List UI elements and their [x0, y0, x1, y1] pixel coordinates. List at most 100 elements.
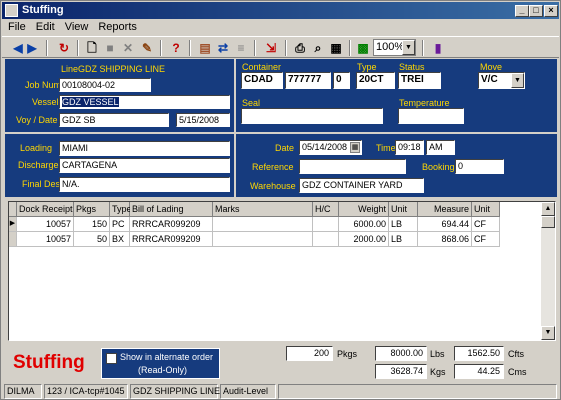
new-document-icon[interactable]: 🗋	[84, 40, 100, 56]
col-marks[interactable]: Marks	[213, 202, 313, 217]
voy-date-label: Voy / Date	[16, 115, 58, 125]
date-field[interactable]: 05/14/2008 ▦	[299, 140, 362, 155]
maximize-button[interactable]: □	[529, 5, 543, 17]
menu-edit[interactable]: Edit	[36, 21, 55, 33]
vessel-panel: Line GDZ SHIPPING LINE Job Num 00108004-…	[5, 59, 234, 132]
time-field[interactable]: 09:18	[395, 140, 424, 155]
vertical-scrollbar[interactable]: ▲ ▼	[541, 202, 555, 340]
move-select[interactable]: V/C ▼	[478, 72, 525, 89]
cell-marks[interactable]	[213, 217, 313, 232]
job-num-field[interactable]: 00108004-02	[59, 78, 151, 92]
cell-type[interactable]: BX	[110, 232, 130, 247]
cell-hc[interactable]	[313, 217, 339, 232]
loading-field[interactable]: MIAMI	[59, 141, 230, 156]
ampm-field[interactable]: AM	[426, 140, 455, 155]
date-label: Date	[275, 143, 295, 153]
page-setup-icon[interactable]: ▦	[328, 40, 344, 56]
loading-label: Loading	[20, 143, 53, 153]
warehouse-field[interactable]: GDZ CONTAINER YARD	[299, 178, 424, 193]
stop-icon[interactable]: ■	[102, 40, 118, 56]
container-check-digit[interactable]: 0	[333, 72, 350, 89]
cell-pkgs[interactable]: 50	[74, 232, 110, 247]
cell-measure-unit[interactable]: CF	[472, 232, 500, 247]
zoom-select[interactable]: 100% ▼	[373, 39, 416, 56]
cell-weight[interactable]: 6000.00	[339, 217, 389, 232]
exit-icon[interactable]: ⇲	[263, 40, 279, 56]
open-folder-icon[interactable]: ▤	[197, 40, 213, 56]
cell-measure[interactable]: 868.06	[418, 232, 472, 247]
status-level: Audit-Level	[220, 384, 276, 399]
delete-icon[interactable]: ✕	[120, 40, 136, 56]
alternate-order-checkbox[interactable]	[106, 353, 117, 364]
voyage-field[interactable]: GDZ SB	[59, 113, 169, 127]
col-weight-unit[interactable]: Unit	[389, 202, 418, 217]
voyage-date-field[interactable]: 5/15/2008	[176, 113, 230, 127]
calendar-icon[interactable]: ▦	[350, 142, 360, 153]
cell-bill-of-lading[interactable]: RRRCAR099209	[130, 232, 213, 247]
col-hc[interactable]: H/C	[313, 202, 339, 217]
scroll-thumb[interactable]	[541, 216, 555, 228]
forward-arrow-icon[interactable]: ▶	[24, 40, 40, 56]
status-field[interactable]: TREI	[398, 72, 441, 89]
cell-measure-unit[interactable]: CF	[472, 217, 500, 232]
container-icon[interactable]: ≡	[233, 40, 249, 56]
cell-bill-of-lading[interactable]: RRRCAR099209	[130, 217, 213, 232]
col-pkgs[interactable]: Pkgs	[74, 202, 110, 217]
cell-type[interactable]: PC	[110, 217, 130, 232]
refresh-icon[interactable]: ↻	[56, 40, 72, 56]
main-window: Stuffing _ □ × File Edit View Reports ◀ ▶ ↻…	[0, 0, 561, 400]
help-icon[interactable]: ?	[168, 40, 184, 56]
col-bill-of-lading[interactable]: Bill of Lading	[130, 202, 213, 217]
minimize-button[interactable]: _	[515, 5, 529, 17]
alternate-order-toggle[interactable]: Show in alternate order (Read-Only)	[101, 348, 220, 379]
cell-weight-unit[interactable]: LB	[389, 232, 418, 247]
discharge-field[interactable]: CARTAGENA	[59, 158, 230, 173]
col-weight[interactable]: Weight	[339, 202, 389, 217]
reference-field[interactable]	[299, 159, 406, 174]
cell-measure[interactable]: 694.44	[418, 217, 472, 232]
temperature-field[interactable]	[398, 108, 464, 124]
scroll-up-icon[interactable]: ▲	[541, 202, 555, 216]
total-pkgs-field: 200	[286, 346, 333, 361]
menu-reports[interactable]: Reports	[98, 21, 137, 33]
container-prefix-field[interactable]: CDAD	[241, 72, 283, 89]
menu-file[interactable]: File	[8, 21, 26, 33]
cargo-grid[interactable]: Dock Receipt Pkgs Type Bill of Lading Ma…	[8, 201, 556, 341]
cell-dock-receipt[interactable]: 10057	[17, 232, 74, 247]
print-icon[interactable]: ⎙	[292, 40, 308, 56]
col-dock-receipt[interactable]: Dock Receipt	[17, 202, 74, 217]
transfer-icon[interactable]: ⇄	[215, 40, 231, 56]
close-button[interactable]: ×	[544, 5, 558, 17]
col-type[interactable]: Type	[110, 202, 132, 217]
chevron-down-icon[interactable]: ▼	[402, 40, 415, 55]
row-selector[interactable]	[9, 232, 17, 247]
booking-field[interactable]: 0	[455, 159, 504, 174]
color-palette-icon[interactable]: ▩	[355, 40, 371, 56]
chevron-down-icon[interactable]: ▼	[511, 73, 524, 88]
edit-tools-icon[interactable]: ✎	[139, 40, 155, 56]
cell-weight-unit[interactable]: LB	[389, 217, 418, 232]
vessel-field[interactable]: GDZ VESSEL	[59, 95, 230, 109]
toolbar: ◀ ▶ ↻ 🗋 ■ ✕ ✎ ? ▤ ⇄ ≡ ⇲ ⎙ ⌕ ▦ ▩ 100% ▼ ▮	[2, 36, 559, 58]
scroll-down-icon[interactable]: ▼	[541, 326, 555, 340]
col-measure[interactable]: Measure	[418, 202, 472, 217]
tools-icon[interactable]: ▮	[430, 40, 446, 56]
cell-pkgs[interactable]: 150	[74, 217, 110, 232]
menu-view[interactable]: View	[65, 21, 89, 33]
date-value: 05/14/2008	[302, 142, 348, 152]
alternate-order-label: Show in alternate order	[120, 352, 214, 362]
seal-field[interactable]	[241, 108, 383, 124]
container-number-field[interactable]: 777777	[285, 72, 331, 89]
line-value: GDZ SHIPPING LINE	[78, 64, 166, 74]
total-cms-label: Cms	[508, 367, 527, 377]
cell-dock-receipt[interactable]: 10057	[17, 217, 74, 232]
cell-hc[interactable]	[313, 232, 339, 247]
cell-marks[interactable]	[213, 232, 313, 247]
container-panel: Container CDAD 777777 0 Type 20CT Status…	[236, 59, 557, 132]
type-field[interactable]: 20CT	[356, 72, 395, 89]
final-dest-field[interactable]: N/A.	[59, 177, 230, 192]
cell-weight[interactable]: 2000.00	[339, 232, 389, 247]
status-line: GDZ SHIPPING LINE	[130, 384, 220, 399]
print-preview-icon[interactable]: ⌕	[310, 40, 326, 56]
col-measure-unit[interactable]: Unit	[472, 202, 500, 217]
